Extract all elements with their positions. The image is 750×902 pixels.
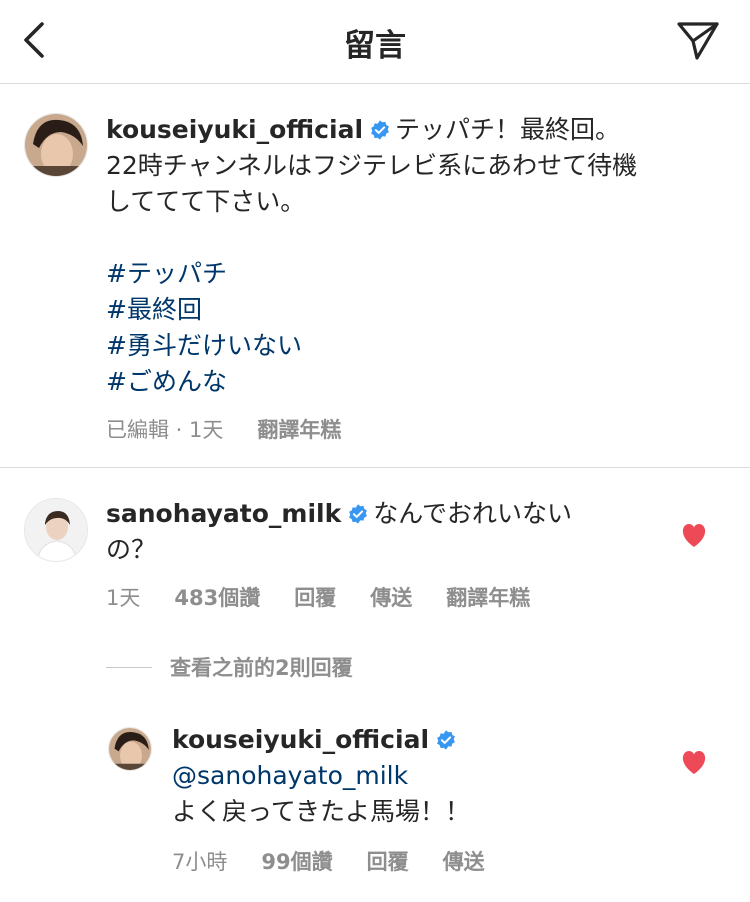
- comment-text: の？: [106, 535, 157, 564]
- reply-comment: kouseiyuki_official @sanohayato_milk よく戻…: [172, 722, 720, 876]
- translate-button[interactable]: 翻譯年糕: [257, 414, 341, 444]
- caption-meta: 已編輯 · 1天 翻譯年糕: [106, 414, 720, 444]
- hashtag-link[interactable]: #勇斗だけいない: [106, 328, 720, 364]
- post-caption: kouseiyuki_official テッパチ！最終回。 22時チャンネルはフジ…: [106, 112, 720, 444]
- caption-text: 22時チャンネルはフジテレビ系にあわせて待機: [106, 151, 638, 180]
- view-replies-label: 查看之前的2則回覆: [170, 656, 353, 680]
- verified-badge-icon: [371, 120, 389, 140]
- post-author-username[interactable]: kouseiyuki_official: [106, 115, 363, 144]
- reply-text: よく戻ってきたよ馬場！！: [172, 797, 471, 826]
- translate-button[interactable]: 翻譯年糕: [446, 582, 530, 612]
- comment-timestamp: 1天: [106, 586, 141, 610]
- hashtag-link[interactable]: #テッパチ: [106, 256, 720, 292]
- reply-author-username[interactable]: kouseiyuki_official: [172, 725, 429, 754]
- edited-timestamp: 已編輯 · 1天: [106, 418, 224, 442]
- caption-text: しててて下さい。: [106, 187, 306, 216]
- reply-button[interactable]: 回覆: [294, 582, 336, 612]
- verified-badge-icon: [349, 504, 368, 524]
- likes-count[interactable]: 483個讚: [174, 582, 260, 612]
- hashtag-link[interactable]: #ごめんな: [106, 364, 720, 400]
- commenter-username[interactable]: sanohayato_milk: [106, 499, 341, 528]
- comment-meta: 1天 483個讚 回覆 傳送 翻譯年糕: [106, 582, 720, 612]
- divider: [0, 467, 750, 468]
- top-bar: 留言: [0, 0, 750, 84]
- comment-text: なんでおれいない: [373, 499, 572, 528]
- share-button[interactable]: [674, 18, 722, 62]
- heart-icon[interactable]: [680, 749, 708, 775]
- likes-count[interactable]: 99個讚: [261, 846, 332, 876]
- send-button[interactable]: 傳送: [370, 582, 412, 612]
- hashtag-link[interactable]: #最終回: [106, 292, 720, 328]
- send-icon: [677, 22, 719, 60]
- comment: sanohayato_milk なんでおれいない の？ 1天 483個讚 回覆 傳…: [106, 496, 720, 612]
- divider-line: [106, 666, 152, 668]
- page-title: 留言: [344, 28, 406, 64]
- reply-author-avatar[interactable]: [108, 727, 152, 771]
- reply-button[interactable]: 回覆: [367, 846, 409, 876]
- reply-timestamp: 7小時: [172, 850, 228, 874]
- post-author-avatar[interactable]: [24, 113, 88, 177]
- verified-badge-icon: [437, 730, 455, 750]
- heart-icon[interactable]: [680, 522, 708, 548]
- mention-link[interactable]: @sanohayato_milk: [172, 758, 720, 794]
- view-previous-replies[interactable]: 查看之前的2則回覆: [106, 652, 353, 682]
- reply-meta: 7小時 99個讚 回覆 傳送: [172, 846, 720, 876]
- caption-text: テッパチ！最終回。: [395, 115, 621, 144]
- commenter-avatar[interactable]: [24, 498, 88, 562]
- send-button[interactable]: 傳送: [443, 846, 485, 876]
